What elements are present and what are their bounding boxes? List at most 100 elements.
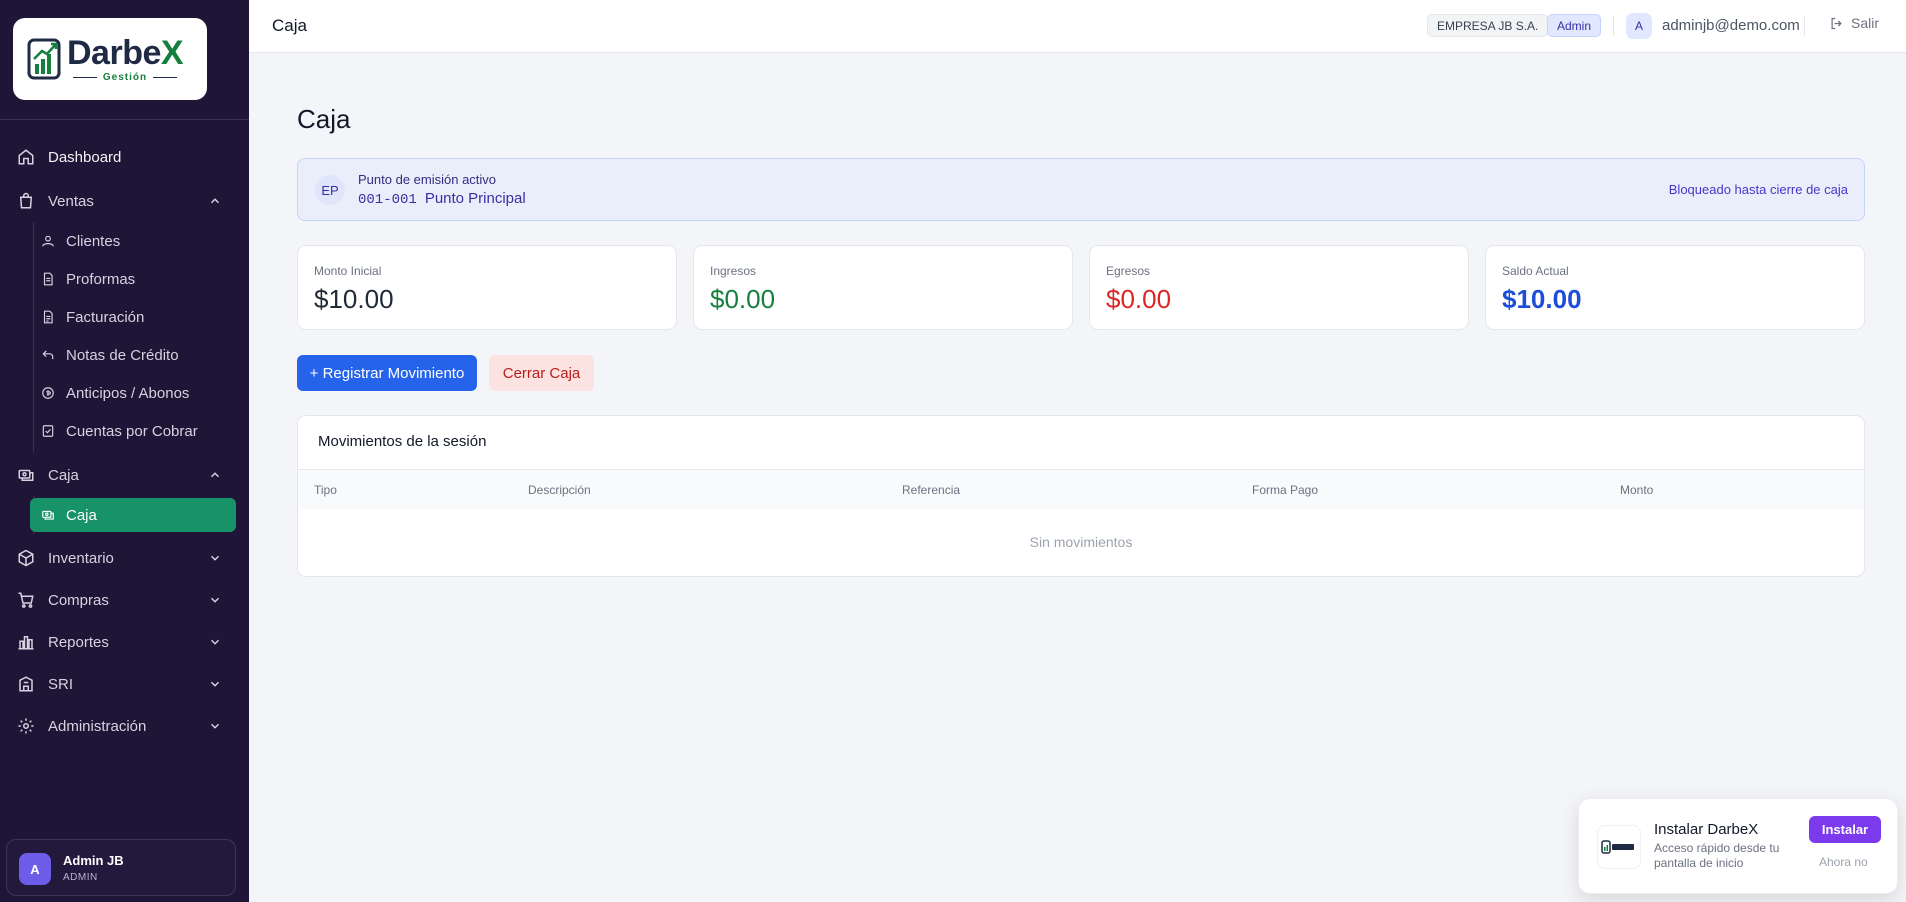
chevron-down-icon [210,555,220,561]
install-title: Instalar DarbeX [1654,821,1759,838]
sidebar-item-caja-group[interactable]: Caja [0,458,249,492]
stat-label: Egresos [1106,264,1151,278]
sidebar-item-caja[interactable]: Caja [30,498,236,532]
sidebar-divider [0,119,249,120]
sidebar-item-label: Cuentas por Cobrar [66,422,198,440]
topbar-divider [1613,16,1614,36]
logo-chart-icon [27,38,61,80]
stat-value: $10.00 [1502,284,1582,314]
sidebar-item-compras[interactable]: Compras [0,583,249,617]
stat-card-egresos: Egresos $0.00 [1089,245,1469,330]
user-email: adminjb@demo.com [1662,17,1800,34]
sidebar-item-sri[interactable]: SRI [0,667,249,701]
emission-badge: EP [315,175,345,205]
dismiss-install-button[interactable]: Ahora no [1819,855,1868,869]
app-logo-icon [1597,825,1641,869]
emission-label: Punto de emisión activo [358,172,497,187]
logout-button[interactable]: Salir [1829,15,1879,31]
sidebar-item-notas-credito[interactable]: Notas de Crédito [30,339,236,371]
chevron-up-icon [210,472,220,478]
emission-lock-note: Bloqueado hasta cierre de caja [1668,182,1848,197]
users-icon [41,234,55,248]
install-button[interactable]: Instalar [1809,816,1881,843]
install-prompt: Instalar DarbeX Acceso rápido desde tu p… [1578,798,1898,894]
table-title: Movimientos de la sesión [318,433,487,450]
sidebar-item-label: Proformas [66,270,136,288]
sidebar-item-label: Dashboard [48,148,122,166]
role-badge: Admin [1547,14,1602,37]
shopping-bag-icon [17,192,35,210]
page-title: Caja [297,104,351,134]
document-icon [41,272,55,286]
sidebar-item-reportes[interactable]: Reportes [0,625,249,659]
user-role: ADMIN [63,872,98,883]
column-header: Descripción [528,483,591,497]
chevron-down-icon [210,681,220,687]
stat-card-saldo-actual: Saldo Actual $10.00 [1485,245,1865,330]
topbar: Caja EMPRESA JB S.A. Admin A adminjb@dem… [249,0,1906,53]
close-cash-button[interactable]: Cerrar Caja [489,355,594,391]
sidebar-item-anticipos[interactable]: Anticipos / Abonos [30,377,236,409]
table-header: Tipo Descripción Referencia Forma Pago M… [298,469,1864,509]
column-header: Referencia [902,483,961,497]
sidebar-item-ventas[interactable]: Ventas [0,184,249,218]
avatar[interactable]: A [1626,13,1652,39]
emission-point-banner: EP Punto de emisión activo 001-001 Punto … [297,158,1865,221]
sidebar-item-label: Anticipos / Abonos [66,384,190,402]
sidebar-item-cuentas-cobrar[interactable]: Cuentas por Cobrar [30,415,236,447]
cart-icon [17,591,35,609]
user-name: Admin JB [63,853,124,868]
building-icon [17,675,35,693]
stat-value: $0.00 [710,284,776,314]
emission-value: 001-001 Punto Principal [358,190,526,208]
stat-value: $0.00 [1106,284,1172,314]
stat-card-ingresos: Ingresos $0.00 [693,245,1073,330]
home-icon [17,148,35,166]
sidebar: DarbeX Gestión Dashboard Ventas Clientes… [0,0,249,902]
sidebar-item-label: Caja [48,466,79,484]
chevron-up-icon [210,198,220,204]
coin-icon [41,386,55,400]
column-header: Forma Pago [1252,483,1319,497]
cash-register-icon [17,466,35,484]
chevron-down-icon [210,639,220,645]
sidebar-item-clientes[interactable]: Clientes [30,225,236,257]
sidebar-item-proformas[interactable]: Proformas [30,263,236,295]
topbar-divider [1804,16,1805,36]
sidebar-item-inventario[interactable]: Inventario [0,541,249,575]
install-description: Acceso rápido desde tu pantalla de inici… [1654,841,1780,870]
stat-label: Monto Inicial [314,264,382,278]
brand-logo[interactable]: DarbeX Gestión [13,18,207,100]
sidebar-item-dashboard[interactable]: Dashboard [0,140,249,174]
logout-label: Salir [1851,15,1880,31]
topbar-title: Caja [272,16,307,35]
movements-table: Movimientos de la sesión Tipo Descripció… [297,415,1865,577]
sidebar-item-label: Compras [48,591,109,609]
box-icon [17,549,35,567]
sidebar-item-facturacion[interactable]: Facturación [30,301,236,333]
receivable-icon [41,424,55,438]
chevron-down-icon [210,723,220,729]
cash-icon [41,508,55,522]
sidebar-item-label: Clientes [66,232,121,250]
avatar: A [19,853,51,885]
company-badge: EMPRESA JB S.A. [1427,14,1549,37]
column-header: Tipo [314,483,337,497]
register-movement-button[interactable]: + Registrar Movimiento [297,355,477,391]
sidebar-item-label: Administración [48,717,147,735]
bar-chart-icon [17,633,35,651]
gear-icon [17,717,35,735]
sidebar-item-label: Ventas [48,192,94,210]
user-card[interactable]: A Admin JB ADMIN [6,839,236,896]
sidebar-item-label: Inventario [48,549,114,567]
sidebar-item-label: Notas de Crédito [66,346,179,364]
sidebar-item-label: SRI [48,675,74,693]
chevron-down-icon [210,597,220,603]
empty-state: Sin movimientos [1029,534,1133,550]
sidebar-item-administracion[interactable]: Administración [0,709,249,743]
stat-value: $10.00 [314,284,394,314]
sidebar-item-label: Facturación [66,308,145,326]
emission-code: 001-001 [358,192,417,208]
emission-name: Punto Principal [424,190,526,207]
logout-icon [1831,17,1842,29]
